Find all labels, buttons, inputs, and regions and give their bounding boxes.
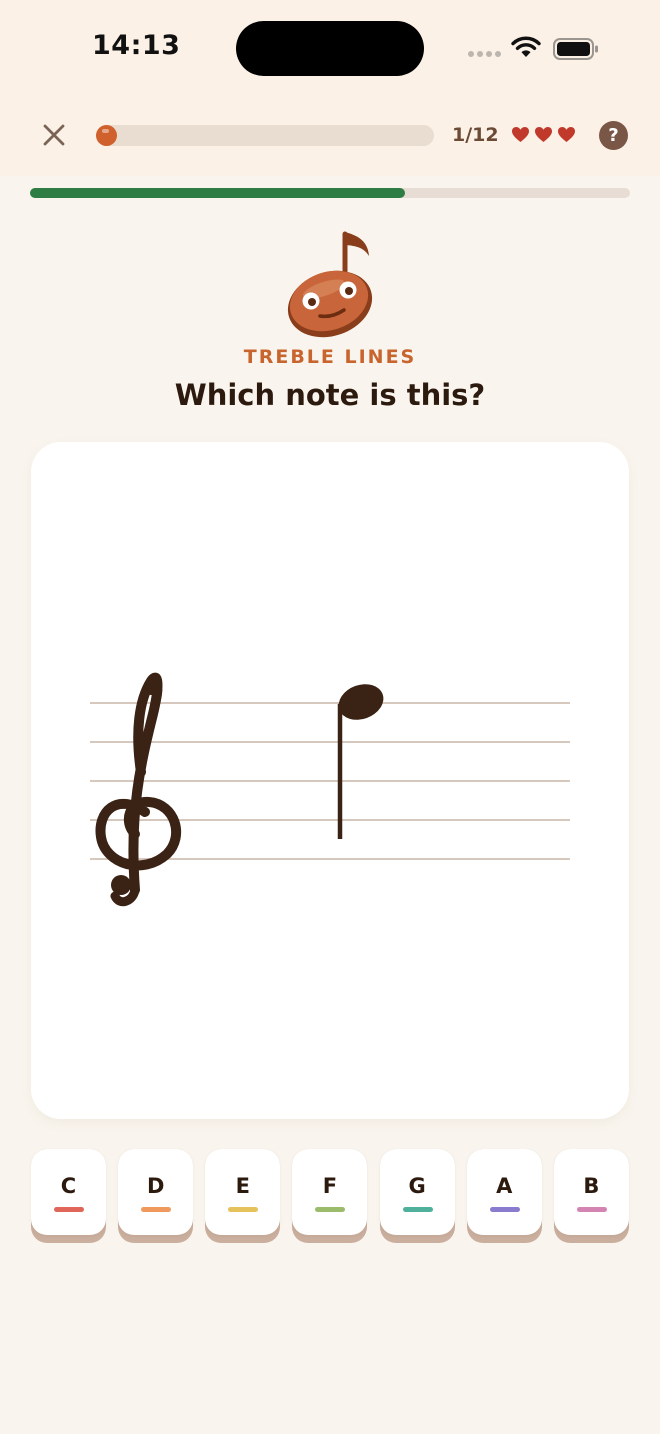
music-staff	[90, 672, 570, 907]
help-button[interactable]: ?	[599, 121, 628, 150]
answer-button-g[interactable]: G	[379, 1149, 455, 1243]
answer-button-f[interactable]: F	[292, 1149, 368, 1243]
heart-icon	[512, 126, 529, 143]
answer-label: B	[583, 1174, 600, 1198]
answer-button-b[interactable]: B	[553, 1149, 629, 1243]
lives-hearts	[511, 126, 576, 143]
topic-label: TREBLE LINES	[243, 346, 417, 368]
answer-color-bar	[489, 1207, 520, 1212]
answer-label: E	[235, 1174, 250, 1198]
answer-button-e[interactable]: E	[205, 1149, 281, 1243]
quarter-note	[337, 684, 384, 839]
notation-card	[31, 442, 629, 1119]
answer-label: D	[146, 1174, 165, 1198]
cellular-signal-icon	[468, 51, 501, 57]
answer-color-bar	[576, 1207, 607, 1212]
answer-color-bar	[402, 1207, 433, 1212]
answer-color-bar	[228, 1207, 259, 1212]
heart-icon	[535, 126, 552, 143]
treble-clef-icon	[95, 672, 181, 907]
quiz-progress-bar	[30, 188, 630, 198]
heart-icon	[558, 126, 575, 143]
staff-lines	[90, 702, 570, 860]
answer-label: C	[60, 1174, 77, 1198]
question-title: Which note is this?	[174, 378, 486, 412]
answer-button-c[interactable]: C	[31, 1149, 106, 1243]
quiz-progress-fill	[30, 188, 405, 198]
lesson-progress-bar	[96, 125, 434, 146]
dynamic-island	[236, 21, 424, 76]
answer-keys: CDEFGAB	[31, 1149, 629, 1243]
answer-label: A	[496, 1174, 513, 1198]
wifi-icon	[511, 36, 541, 57]
close-icon	[43, 124, 65, 146]
answer-color-bar	[141, 1207, 172, 1212]
answer-button-d[interactable]: D	[118, 1149, 194, 1243]
answer-color-bar	[54, 1207, 84, 1212]
quiz-screen: 14:13 1/12 ? TREBLE LINES Which note is …	[0, 0, 660, 1434]
battery-icon	[553, 38, 598, 60]
lesson-progress-fill	[96, 125, 117, 146]
note-mascot-icon	[287, 231, 373, 338]
status-time: 14:13	[92, 30, 181, 61]
close-button[interactable]	[38, 119, 70, 151]
answer-button-a[interactable]: A	[466, 1149, 542, 1243]
answer-label: G	[408, 1174, 426, 1198]
answer-color-bar	[315, 1207, 346, 1212]
question-counter: 1/12	[452, 124, 499, 146]
answer-label: F	[322, 1174, 338, 1198]
